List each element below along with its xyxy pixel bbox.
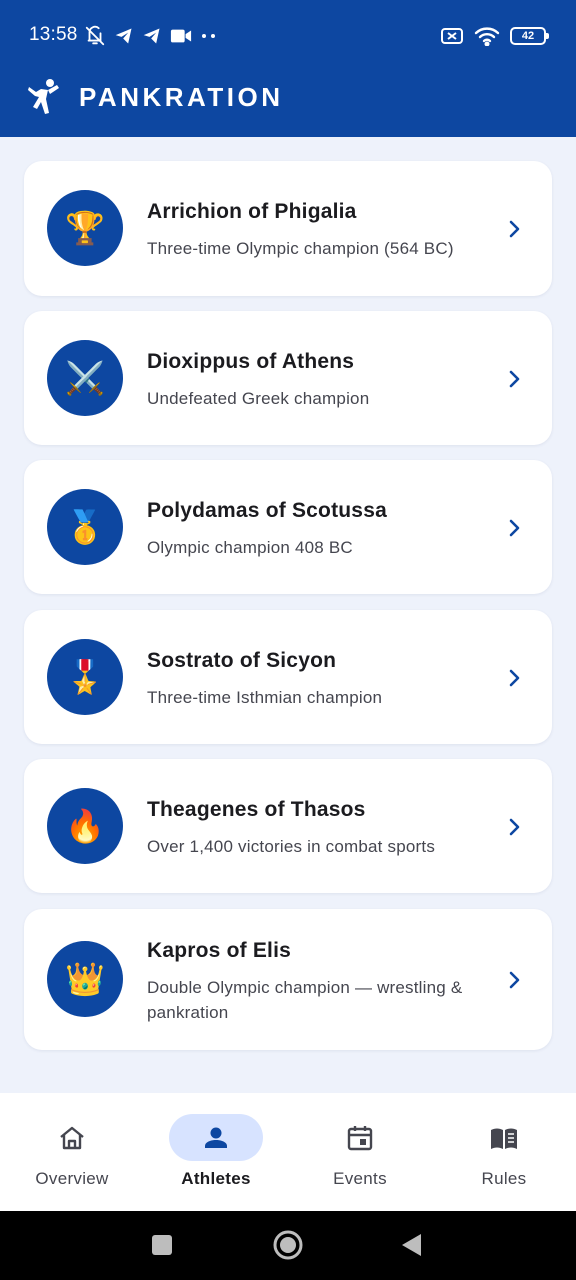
athlete-name: Kapros of Elis: [147, 939, 291, 962]
status-right-icons: 42: [440, 24, 549, 48]
battery-icon: 42: [510, 27, 549, 45]
chevron-right-icon: [509, 669, 520, 687]
nav-item-overview[interactable]: Overview: [0, 1093, 144, 1211]
chevron-right-icon: [509, 818, 520, 836]
athlete-name: Dioxippus of Athens: [147, 350, 355, 373]
status-time: 13:58: [29, 24, 78, 45]
sim-off-icon: [441, 28, 463, 44]
telegram-icon: [143, 28, 160, 44]
nav-label-athletes: Athletes: [181, 1169, 251, 1188]
book-icon: [491, 1128, 517, 1149]
video-camera-icon: [170, 29, 192, 43]
calendar-icon: [347, 1126, 373, 1151]
crown-icon: 👑: [47, 941, 123, 1017]
gold-medal-icon: 🥇: [47, 489, 123, 565]
back-triangle-icon[interactable]: [400, 1233, 422, 1257]
athlete-card[interactable]: 🥇 Polydamas of Scotussa Olympic champion…: [24, 460, 552, 594]
military-medal-icon: 🎖️: [47, 639, 123, 715]
athlete-name: Polydamas of Scotussa: [147, 499, 387, 522]
telegram-icon: [115, 28, 132, 44]
battery-level: 42: [521, 29, 535, 42]
status-left-icons: [84, 25, 218, 47]
athlete-description: Double Olympic champion — wrestling & pa…: [147, 978, 463, 1022]
athlete-card[interactable]: 🎖️ Sostrato of Sicyon Three-time Isthmia…: [24, 610, 552, 744]
bottom-navigation: Overview Athletes Events Rules: [0, 1093, 576, 1211]
chevron-right-icon: [509, 220, 520, 238]
app-bar: PANKRATION: [0, 68, 576, 137]
chevron-right-icon: [509, 370, 520, 388]
crossed-swords-icon: ⚔️: [47, 340, 123, 416]
athlete-card[interactable]: 🔥 Theagenes of Thasos Over 1,400 victori…: [24, 759, 552, 893]
trophy-icon: 🏆: [47, 190, 123, 266]
home-icon: [60, 1126, 84, 1150]
athlete-description: Undefeated Greek champion: [147, 389, 370, 408]
athletes-list: 🏆 Arrichion of Phigalia Three-time Olymp…: [0, 137, 576, 1093]
more-dots-icon: [202, 34, 215, 38]
chevron-right-icon: [509, 519, 520, 537]
chevron-right-icon: [509, 971, 520, 989]
martial-arts-kick-icon: [28, 79, 59, 114]
athlete-description: Three-time Olympic champion (564 BC): [147, 239, 454, 258]
nav-label-overview: Overview: [35, 1169, 109, 1188]
nav-item-events[interactable]: Events: [288, 1093, 432, 1211]
athlete-name: Arrichion of Phigalia: [147, 200, 357, 223]
athlete-description: Over 1,400 victories in combat sports: [147, 837, 436, 856]
app-title: PANKRATION: [79, 82, 284, 112]
wifi-icon: [474, 27, 500, 46]
recents-square-icon[interactable]: [151, 1234, 173, 1256]
nav-label-events: Events: [333, 1169, 387, 1188]
athlete-description: Three-time Isthmian champion: [147, 688, 383, 707]
home-circle-icon[interactable]: [272, 1229, 304, 1261]
athlete-card[interactable]: 🏆 Arrichion of Phigalia Three-time Olymp…: [24, 161, 552, 296]
person-icon: [205, 1127, 227, 1148]
athlete-name: Sostrato of Sicyon: [147, 649, 337, 672]
vibrate-off-icon: [85, 25, 105, 46]
nav-item-athletes[interactable]: Athletes: [144, 1093, 288, 1211]
system-navigation-bar: [0, 1211, 576, 1280]
status-bar: 13:58 42: [0, 0, 576, 68]
nav-item-rules[interactable]: Rules: [432, 1093, 576, 1211]
athlete-card[interactable]: 👑 Kapros of Elis Double Olympic champion…: [24, 909, 552, 1050]
athlete-card[interactable]: ⚔️ Dioxippus of Athens Undefeated Greek …: [24, 311, 552, 445]
nav-label-rules: Rules: [481, 1169, 527, 1188]
fire-icon: 🔥: [47, 788, 123, 864]
athlete-description: Olympic champion 408 BC: [147, 538, 353, 557]
athlete-name: Theagenes of Thasos: [147, 798, 366, 821]
